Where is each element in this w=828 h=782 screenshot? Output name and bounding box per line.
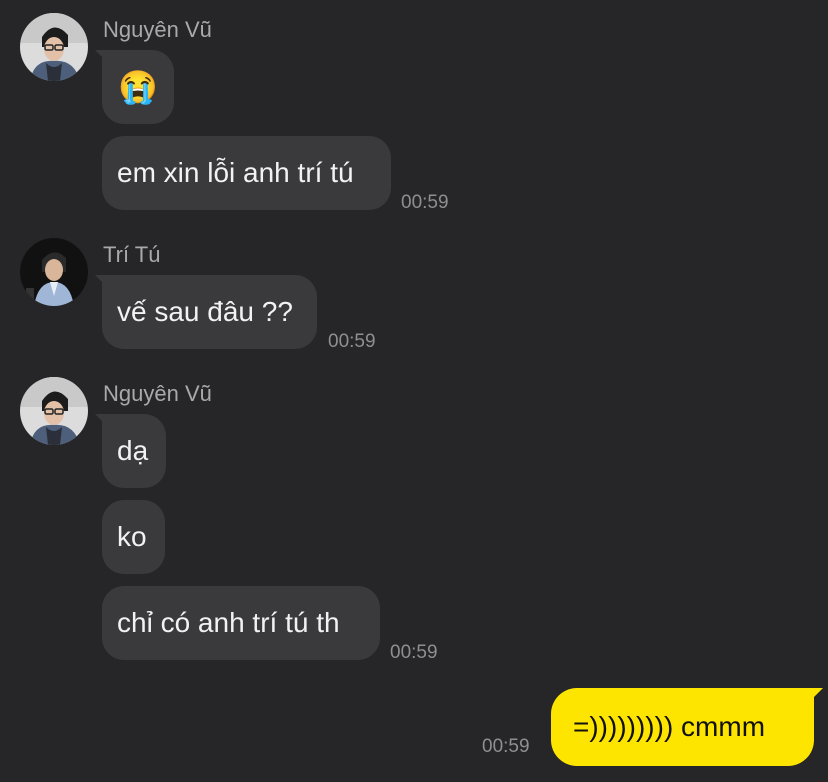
message-timestamp: 00:59 bbox=[482, 736, 530, 757]
message-text: chỉ có anh trí tú th bbox=[117, 607, 340, 638]
bubble-tail bbox=[95, 50, 111, 66]
message-text: ko bbox=[117, 521, 147, 552]
my-message-bubble[interactable]: =))))))))) cmmm bbox=[551, 688, 823, 766]
message-text: =))))))))) cmmm bbox=[573, 711, 766, 742]
message-bubble[interactable]: chỉ có anh trí tú th bbox=[102, 586, 380, 660]
sender-name: Trí Tú bbox=[103, 242, 161, 267]
message-bubble-emoji[interactable]: 😭 bbox=[95, 50, 174, 124]
bubble-tail bbox=[95, 414, 111, 430]
sender-name: Nguyên Vũ bbox=[103, 381, 212, 406]
message-timestamp: 00:59 bbox=[328, 331, 376, 352]
message-text: vế sau đâu ?? bbox=[117, 296, 293, 327]
message-bubble[interactable]: em xin lỗi anh trí tú bbox=[102, 136, 391, 210]
message-bubble[interactable]: dạ bbox=[95, 414, 166, 488]
avatar-photo-icon bbox=[20, 238, 88, 306]
bubble-tail bbox=[95, 275, 111, 291]
avatar-nguyen-vu[interactable] bbox=[20, 377, 88, 445]
chat-view: Nguyên Vũ 😭 em xin lỗi anh trí tú 00:59 … bbox=[0, 0, 828, 782]
message-bubble[interactable]: ko bbox=[102, 500, 165, 574]
bubble-tail bbox=[805, 688, 823, 706]
message-timestamp: 00:59 bbox=[390, 642, 438, 663]
avatar-photo-icon bbox=[20, 377, 88, 445]
avatar-tri-tu[interactable] bbox=[20, 238, 88, 306]
message-text: em xin lỗi anh trí tú bbox=[117, 157, 354, 188]
sender-name: Nguyên Vũ bbox=[103, 17, 212, 42]
message-text: dạ bbox=[117, 435, 149, 466]
avatar-nguyen-vu[interactable] bbox=[20, 13, 88, 81]
avatar-photo-icon bbox=[20, 13, 88, 81]
message-bubble[interactable]: vế sau đâu ?? bbox=[95, 275, 317, 349]
message-timestamp: 00:59 bbox=[401, 192, 449, 213]
crying-face-emoji: 😭 bbox=[118, 69, 158, 105]
